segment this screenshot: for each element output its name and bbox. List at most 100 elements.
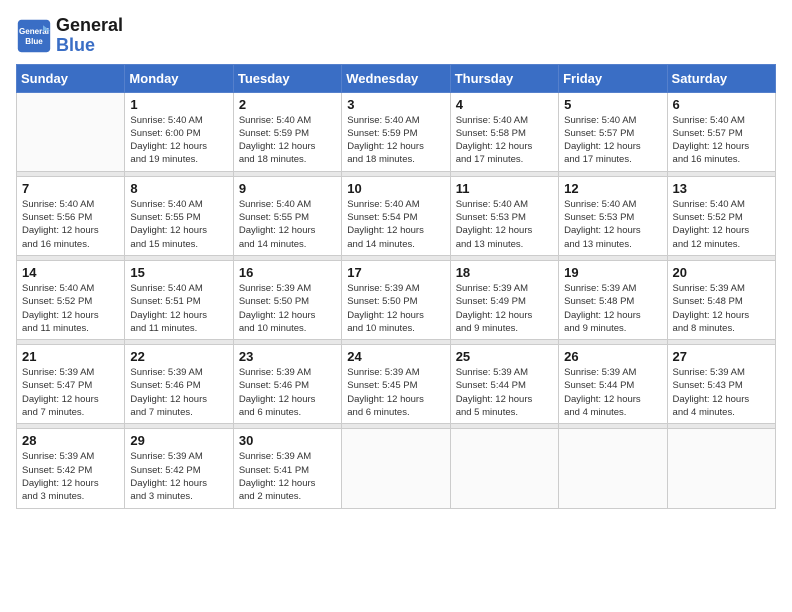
day-number: 18 bbox=[456, 265, 553, 280]
weekday-header-thursday: Thursday bbox=[450, 64, 558, 92]
day-number: 29 bbox=[130, 433, 227, 448]
day-info: Sunrise: 5:40 AM Sunset: 5:53 PM Dayligh… bbox=[564, 198, 661, 251]
day-cell: 2 Sunrise: 5:40 AM Sunset: 5:59 PM Daylig… bbox=[233, 92, 341, 171]
day-info: Sunrise: 5:40 AM Sunset: 5:59 PM Dayligh… bbox=[347, 114, 444, 167]
day-number: 26 bbox=[564, 349, 661, 364]
day-cell: 1 Sunrise: 5:40 AM Sunset: 6:00 PM Daylig… bbox=[125, 92, 233, 171]
day-info: Sunrise: 5:39 AM Sunset: 5:46 PM Dayligh… bbox=[239, 366, 336, 419]
day-info: Sunrise: 5:40 AM Sunset: 5:53 PM Dayligh… bbox=[456, 198, 553, 251]
day-cell: 3 Sunrise: 5:40 AM Sunset: 5:59 PM Daylig… bbox=[342, 92, 450, 171]
weekday-header-sunday: Sunday bbox=[17, 64, 125, 92]
day-info: Sunrise: 5:40 AM Sunset: 5:51 PM Dayligh… bbox=[130, 282, 227, 335]
day-number: 6 bbox=[673, 97, 770, 112]
day-info: Sunrise: 5:40 AM Sunset: 5:52 PM Dayligh… bbox=[22, 282, 119, 335]
day-cell: 26 Sunrise: 5:39 AM Sunset: 5:44 PM Dayli… bbox=[559, 345, 667, 424]
day-cell bbox=[450, 429, 558, 508]
day-number: 25 bbox=[456, 349, 553, 364]
weekday-header-friday: Friday bbox=[559, 64, 667, 92]
day-cell: 17 Sunrise: 5:39 AM Sunset: 5:50 PM Dayli… bbox=[342, 260, 450, 339]
day-cell: 6 Sunrise: 5:40 AM Sunset: 5:57 PM Daylig… bbox=[667, 92, 775, 171]
day-info: Sunrise: 5:39 AM Sunset: 5:46 PM Dayligh… bbox=[130, 366, 227, 419]
day-number: 28 bbox=[22, 433, 119, 448]
day-info: Sunrise: 5:39 AM Sunset: 5:42 PM Dayligh… bbox=[22, 450, 119, 503]
day-cell: 28 Sunrise: 5:39 AM Sunset: 5:42 PM Dayli… bbox=[17, 429, 125, 508]
day-cell: 9 Sunrise: 5:40 AM Sunset: 5:55 PM Daylig… bbox=[233, 176, 341, 255]
day-number: 16 bbox=[239, 265, 336, 280]
day-info: Sunrise: 5:40 AM Sunset: 5:59 PM Dayligh… bbox=[239, 114, 336, 167]
week-row-5: 28 Sunrise: 5:39 AM Sunset: 5:42 PM Dayli… bbox=[17, 429, 776, 508]
day-number: 14 bbox=[22, 265, 119, 280]
day-cell: 4 Sunrise: 5:40 AM Sunset: 5:58 PM Daylig… bbox=[450, 92, 558, 171]
day-info: Sunrise: 5:39 AM Sunset: 5:43 PM Dayligh… bbox=[673, 366, 770, 419]
day-number: 27 bbox=[673, 349, 770, 364]
day-cell: 5 Sunrise: 5:40 AM Sunset: 5:57 PM Daylig… bbox=[559, 92, 667, 171]
day-info: Sunrise: 5:40 AM Sunset: 5:52 PM Dayligh… bbox=[673, 198, 770, 251]
day-cell: 18 Sunrise: 5:39 AM Sunset: 5:49 PM Dayli… bbox=[450, 260, 558, 339]
day-number: 2 bbox=[239, 97, 336, 112]
day-cell: 15Sunrise: 5:40 AM Sunset: 5:51 PM Dayli… bbox=[125, 260, 233, 339]
day-number: 24 bbox=[347, 349, 444, 364]
day-info: Sunrise: 5:39 AM Sunset: 5:50 PM Dayligh… bbox=[239, 282, 336, 335]
day-number: 23 bbox=[239, 349, 336, 364]
logo-text: General Blue bbox=[56, 16, 123, 56]
day-cell: 13Sunrise: 5:40 AM Sunset: 5:52 PM Dayli… bbox=[667, 176, 775, 255]
day-number: 1 bbox=[130, 97, 227, 112]
day-number: 11 bbox=[456, 181, 553, 196]
day-number: 21 bbox=[22, 349, 119, 364]
day-info: Sunrise: 5:39 AM Sunset: 5:44 PM Dayligh… bbox=[564, 366, 661, 419]
day-cell: 20Sunrise: 5:39 AM Sunset: 5:48 PM Dayli… bbox=[667, 260, 775, 339]
day-info: Sunrise: 5:40 AM Sunset: 6:00 PM Dayligh… bbox=[130, 114, 227, 167]
day-info: Sunrise: 5:40 AM Sunset: 5:57 PM Dayligh… bbox=[673, 114, 770, 167]
day-cell: 19 Sunrise: 5:39 AM Sunset: 5:48 PM Dayli… bbox=[559, 260, 667, 339]
day-cell: 14 Sunrise: 5:40 AM Sunset: 5:52 PM Dayli… bbox=[17, 260, 125, 339]
day-number: 4 bbox=[456, 97, 553, 112]
day-cell: 30 Sunrise: 5:39 AM Sunset: 5:41 PM Dayli… bbox=[233, 429, 341, 508]
day-cell: 24 Sunrise: 5:39 AM Sunset: 5:45 PM Dayli… bbox=[342, 345, 450, 424]
day-info: Sunrise: 5:40 AM Sunset: 5:57 PM Dayligh… bbox=[564, 114, 661, 167]
day-number: 5 bbox=[564, 97, 661, 112]
day-info: Sunrise: 5:39 AM Sunset: 5:48 PM Dayligh… bbox=[564, 282, 661, 335]
day-number: 3 bbox=[347, 97, 444, 112]
day-number: 17 bbox=[347, 265, 444, 280]
day-cell: 22 Sunrise: 5:39 AM Sunset: 5:46 PM Dayli… bbox=[125, 345, 233, 424]
day-info: Sunrise: 5:40 AM Sunset: 5:56 PM Dayligh… bbox=[22, 198, 119, 251]
day-cell bbox=[667, 429, 775, 508]
day-info: Sunrise: 5:40 AM Sunset: 5:58 PM Dayligh… bbox=[456, 114, 553, 167]
day-info: Sunrise: 5:40 AM Sunset: 5:55 PM Dayligh… bbox=[130, 198, 227, 251]
day-cell: 29Sunrise: 5:39 AM Sunset: 5:42 PM Dayli… bbox=[125, 429, 233, 508]
day-cell: 27 Sunrise: 5:39 AM Sunset: 5:43 PM Dayli… bbox=[667, 345, 775, 424]
weekday-header-wednesday: Wednesday bbox=[342, 64, 450, 92]
weekday-header-monday: Monday bbox=[125, 64, 233, 92]
day-cell: 21Sunrise: 5:39 AM Sunset: 5:47 PM Dayli… bbox=[17, 345, 125, 424]
week-row-1: 1 Sunrise: 5:40 AM Sunset: 6:00 PM Daylig… bbox=[17, 92, 776, 171]
day-cell: 7 Sunrise: 5:40 AM Sunset: 5:56 PM Daylig… bbox=[17, 176, 125, 255]
page-header: General Blue General Blue bbox=[16, 16, 776, 56]
calendar-table: SundayMondayTuesdayWednesdayThursdayFrid… bbox=[16, 64, 776, 509]
week-row-4: 21Sunrise: 5:39 AM Sunset: 5:47 PM Dayli… bbox=[17, 345, 776, 424]
day-number: 12 bbox=[564, 181, 661, 196]
logo: General Blue General Blue bbox=[16, 16, 123, 56]
day-cell bbox=[559, 429, 667, 508]
day-info: Sunrise: 5:40 AM Sunset: 5:55 PM Dayligh… bbox=[239, 198, 336, 251]
weekday-header-saturday: Saturday bbox=[667, 64, 775, 92]
day-cell: 16 Sunrise: 5:39 AM Sunset: 5:50 PM Dayli… bbox=[233, 260, 341, 339]
day-cell: 8Sunrise: 5:40 AM Sunset: 5:55 PM Daylig… bbox=[125, 176, 233, 255]
day-info: Sunrise: 5:39 AM Sunset: 5:49 PM Dayligh… bbox=[456, 282, 553, 335]
logo-icon: General Blue bbox=[16, 18, 52, 54]
day-number: 19 bbox=[564, 265, 661, 280]
day-number: 20 bbox=[673, 265, 770, 280]
day-info: Sunrise: 5:39 AM Sunset: 5:44 PM Dayligh… bbox=[456, 366, 553, 419]
day-cell: 11 Sunrise: 5:40 AM Sunset: 5:53 PM Dayli… bbox=[450, 176, 558, 255]
day-number: 7 bbox=[22, 181, 119, 196]
day-cell bbox=[17, 92, 125, 171]
day-number: 9 bbox=[239, 181, 336, 196]
day-info: Sunrise: 5:40 AM Sunset: 5:54 PM Dayligh… bbox=[347, 198, 444, 251]
day-cell: 12 Sunrise: 5:40 AM Sunset: 5:53 PM Dayli… bbox=[559, 176, 667, 255]
day-number: 22 bbox=[130, 349, 227, 364]
day-info: Sunrise: 5:39 AM Sunset: 5:50 PM Dayligh… bbox=[347, 282, 444, 335]
day-number: 30 bbox=[239, 433, 336, 448]
day-info: Sunrise: 5:39 AM Sunset: 5:41 PM Dayligh… bbox=[239, 450, 336, 503]
weekday-header-row: SundayMondayTuesdayWednesdayThursdayFrid… bbox=[17, 64, 776, 92]
day-info: Sunrise: 5:39 AM Sunset: 5:45 PM Dayligh… bbox=[347, 366, 444, 419]
week-row-3: 14 Sunrise: 5:40 AM Sunset: 5:52 PM Dayli… bbox=[17, 260, 776, 339]
